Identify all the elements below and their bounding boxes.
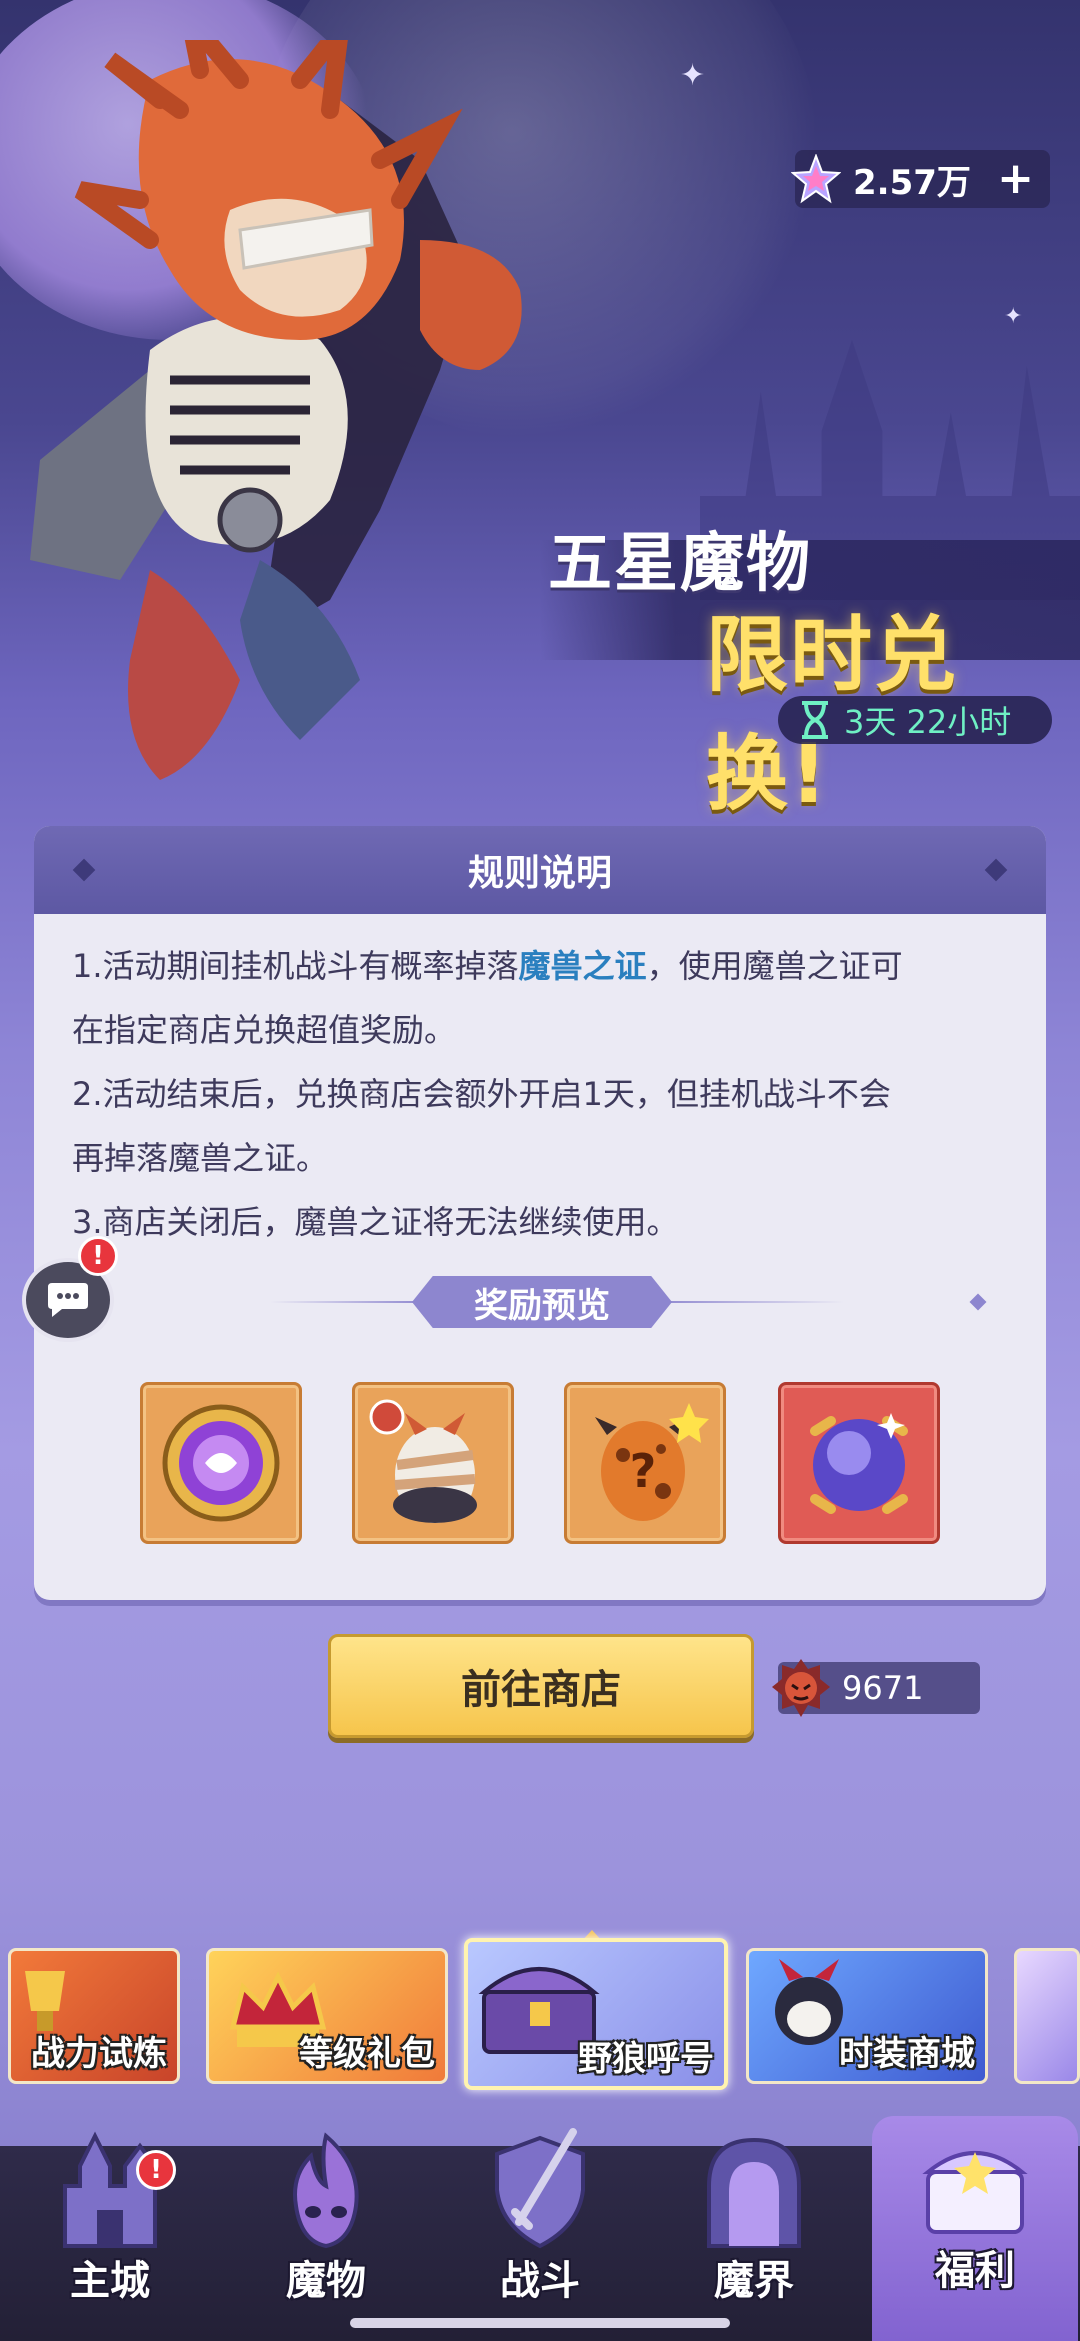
nav-label: 魔物 [286,2258,366,2304]
event-card-label: 野狼呼号 [578,2039,714,2079]
gem-amount: 2.57万 [853,162,971,203]
notification-badge: ! [136,2150,176,2190]
event-card-level-pack[interactable]: 等级礼包 [206,1948,448,2084]
token-count-display: 9671 [772,1659,980,1717]
divider-line [654,1301,844,1303]
notification-badge: ! [78,1236,118,1276]
rule-text: 1.活动期间挂机战斗有概率掉落 [72,947,519,985]
reward-item-bandaged-egg[interactable] [352,1382,514,1544]
star-icon: ✦ [680,58,706,93]
reward-item-rune-medallion[interactable] [140,1382,302,1544]
portal-gate-icon [707,2137,801,2248]
rules-header: 规则说明 [34,826,1046,914]
decor-diamond [984,858,1008,882]
hero-werewolf-illustration [30,40,522,780]
rule-line: 再掉落魔兽之证。 [72,1139,329,1177]
purple-flame-icon [293,2132,359,2249]
gem-currency-display: 2.57万 + [791,150,1050,208]
nav-label: 魔界 [714,2258,794,2304]
rule-line: 2.活动结束后，兑换商店会额外开启1天，但挂机战斗不会 [72,1075,891,1113]
event-card-fashion-mall[interactable]: 时装商城 [746,1948,988,2084]
star-gem-icon [791,154,841,204]
nav-demon-realm[interactable]: 魔界 [664,2137,844,2341]
reward-preview-divider: 奖励预览 [34,1276,1046,1328]
hourglass-icon [802,701,828,739]
rules-panel: 规则说明 1.活动期间挂机战斗有概率掉落魔兽之证，使用魔兽之证可 在指定商店兑换… [34,826,1046,1600]
home-indicator[interactable] [350,2318,730,2328]
event-card-label: 等级礼包 [299,2034,435,2074]
gift-chest-icon [922,2151,1028,2234]
rule-text: ，使用魔兽之证可 [646,947,903,985]
nav-label: 福利 [935,2248,1015,2294]
bandaged-werewolf-egg-icon [369,1399,477,1523]
chat-bubble-icon [48,1283,88,1317]
beast-token-icon [772,1659,830,1717]
crystal-orb-icon [810,1413,908,1514]
event-card-power-trial[interactable]: 战力试炼 [8,1948,180,2084]
token-count: 9671 [842,1669,924,1707]
rule-line: 在指定商店兑换超值奖励。 [72,1011,457,1049]
event-carousel[interactable]: 战力试炼 等级礼包 野狼呼号 时装商城 [0,1930,1080,2090]
rule-line: 3.商店关闭后，魔兽之证将无法继续使用。 [72,1203,679,1241]
decor-diamond [969,1293,987,1311]
nav-battle[interactable]: 战斗 [450,2128,630,2341]
purple-rune-medallion-icon [162,1404,280,1522]
divider-line [270,1301,430,1303]
shield-sword-icon [495,2128,585,2249]
nav-welfare[interactable]: 福利 [872,2116,1078,2341]
event-card-label: 战力试炼 [31,2034,167,2074]
nav-label: 战斗 [500,2258,580,2304]
star-icon: ✦ [1004,304,1023,329]
go-to-shop-button[interactable]: 前往商店 [328,1634,754,1738]
highlight-item-name: 魔兽之证 [518,947,647,985]
event-card-partial[interactable] [1014,1948,1080,2084]
decor-diamond [72,858,96,882]
rules-text: 1.活动期间挂机战斗有概率掉落魔兽之证，使用魔兽之证可 在指定商店兑换超值奖励。… [34,914,1046,1254]
reward-item-crystal-orb[interactable] [778,1382,940,1544]
event-card-wolf-howl[interactable]: 野狼呼号 [464,1938,728,2090]
bottom-navigation: 主城 ! 魔物 战斗 魔界 福利 [0,2116,1080,2341]
svg-text:?: ? [630,1444,657,1498]
countdown-text: 3天 22小时 [844,703,1012,741]
nav-monsters[interactable]: 魔物 [236,2132,416,2341]
reward-preview-label: 奖励预览 [412,1276,672,1328]
reward-item-mystery-egg[interactable]: ? [564,1382,726,1544]
nav-label: 主城 [70,2258,150,2304]
rules-title: 规则说明 [467,853,612,894]
event-card-label: 时装商城 [839,2034,975,2074]
event-countdown: 3天 22小时 [778,696,1052,744]
mystery-egg-icon: ? [595,1403,709,1521]
castle-icon [63,2131,157,2248]
add-currency-button[interactable]: + [997,157,1034,201]
rule-line: 1.活动期间挂机战斗有概率掉落魔兽之证，使用魔兽之证可 [72,934,1008,998]
